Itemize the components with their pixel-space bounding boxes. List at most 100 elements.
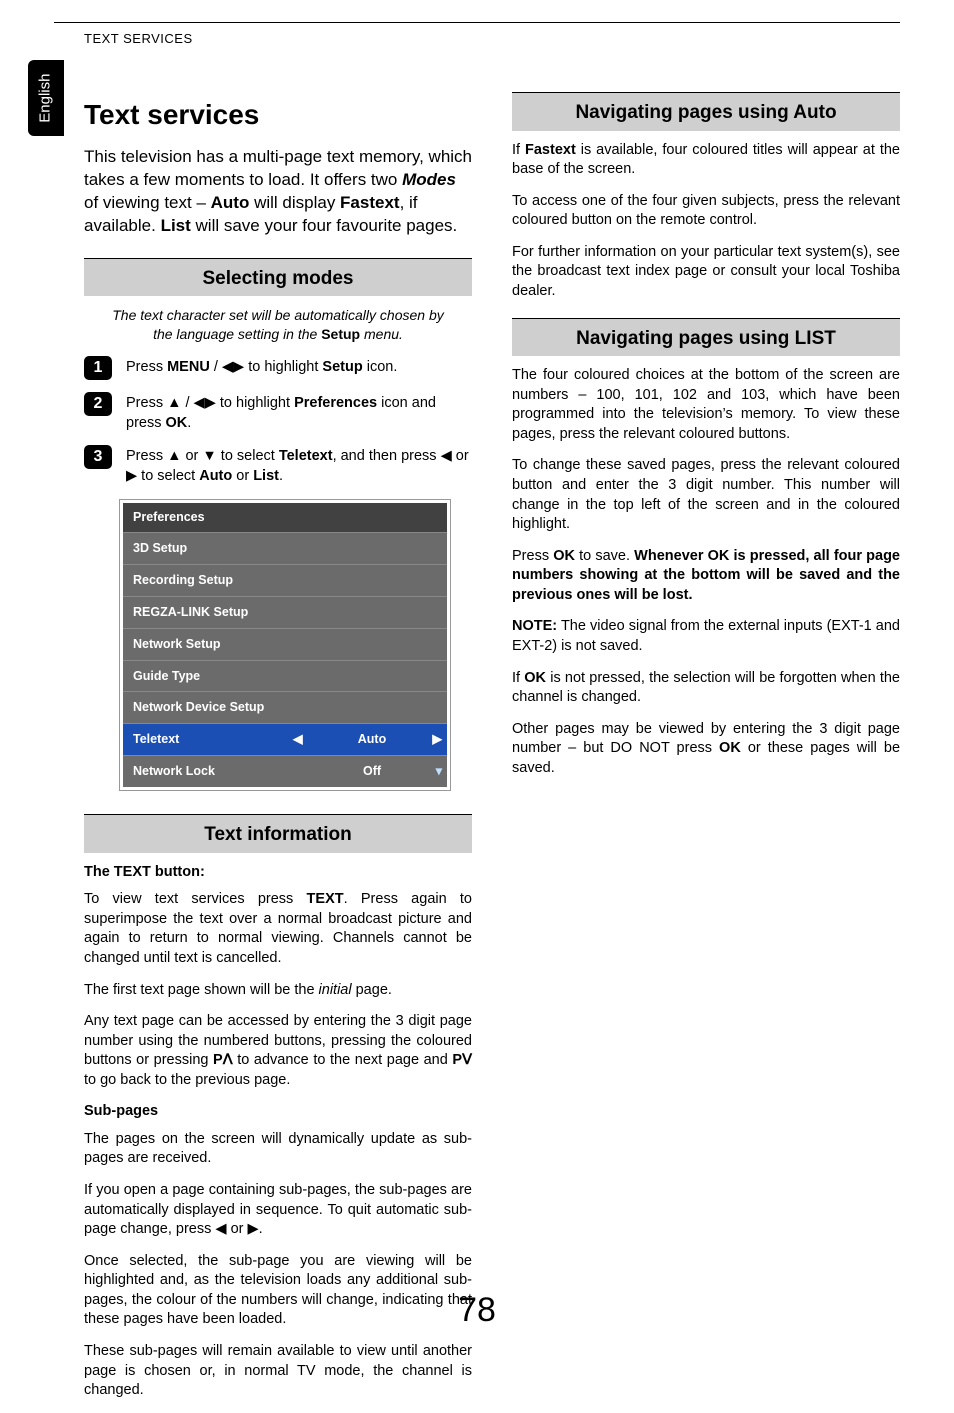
intro-text: of viewing text – — [84, 193, 211, 212]
right-column: Navigating pages using Auto If Fastext i… — [512, 92, 900, 1413]
t: If — [512, 142, 525, 158]
page-down-icon: ᐯ — [462, 1052, 472, 1068]
step-1-text: Press MENU / ◀▶ to highlight Setup icon. — [126, 358, 472, 380]
page-number: 78 — [0, 1288, 954, 1334]
sub-pages-heading: Sub-pages — [84, 1102, 472, 1122]
right-icon: ▶ — [432, 731, 442, 748]
right-icon: ▶ — [126, 468, 137, 484]
menu-row-label: 3D Setup — [133, 540, 437, 557]
down-icon: ▼ — [202, 448, 216, 464]
left-icon: ◀ — [293, 731, 303, 748]
step-number-badge: 1 — [84, 356, 112, 380]
menu-row-label: REGZA-LINK Setup — [133, 604, 437, 621]
header-rule — [54, 22, 900, 23]
menu-row-label: Network Setup — [133, 636, 437, 653]
note-label: NOTE: — [512, 618, 557, 634]
nav-list-p6: Other pages may be viewed by entering th… — [512, 720, 900, 779]
intro-text: will save your four favourite pages. — [191, 216, 457, 235]
t: or — [232, 468, 253, 484]
t: The video signal from the external input… — [512, 618, 900, 654]
note-setup: Setup — [321, 326, 360, 342]
menu-row: Network Device Setup — [123, 691, 447, 723]
intro-modes: Modes — [402, 170, 456, 189]
t: Press — [126, 395, 167, 411]
t: to select — [217, 448, 279, 464]
ok-key: OK — [524, 670, 546, 686]
step-2-text: Press ▲ / ◀▶ to highlight Preferences ic… — [126, 394, 472, 433]
ok-key: OK — [166, 415, 188, 431]
menu-row-value: Off ▾ — [307, 763, 437, 780]
step-3: 3 Press ▲ or ▼ to select Teletext, and t… — [120, 447, 472, 486]
subpages-p2: If you open a page containing sub-pages,… — [84, 1181, 472, 1240]
nav-list-p5: If OK is not pressed, the selection will… — [512, 669, 900, 708]
t: / — [181, 395, 193, 411]
left-icon: ◀ — [215, 1221, 226, 1237]
left-icon: ◀ — [441, 448, 452, 464]
t: Press — [126, 448, 167, 464]
list-label: List — [253, 468, 279, 484]
menu-row-value: ◀ Auto ▶ — [307, 731, 437, 748]
initial-word: initial — [319, 982, 352, 998]
preferences-menu-screenshot: Preferences 3D Setup Recording Setup REG… — [120, 500, 450, 790]
t: to select — [137, 468, 199, 484]
menu-row-label: Recording Setup — [133, 572, 437, 589]
t: . — [187, 415, 191, 431]
t: icon. — [363, 359, 398, 375]
nav-list-p3: Press OK to save. Whenever OK is pressed… — [512, 547, 900, 606]
ok-key: OK — [553, 548, 575, 564]
t: to save. — [575, 548, 634, 564]
menu-row: Network Lock Off ▾ — [123, 755, 447, 787]
menu-row-selected: Teletext ◀ Auto ▶ — [123, 723, 447, 755]
menu-row: REGZA-LINK Setup — [123, 596, 447, 628]
text-key: TEXT — [307, 891, 344, 907]
intro-text: will display — [249, 193, 340, 212]
t: to highlight — [244, 359, 322, 375]
t: to go back to the previous page. — [84, 1072, 290, 1088]
text-info-p2: The first text page shown will be the in… — [84, 981, 472, 1001]
menu-title: Preferences — [123, 503, 447, 532]
t: to highlight — [216, 395, 294, 411]
right-icon: ▶ — [248, 1221, 259, 1237]
step-number-badge: 3 — [84, 445, 112, 469]
running-head: TEXT SERVICES — [84, 30, 193, 48]
menu-value-text: Off — [363, 764, 381, 778]
t: or — [227, 1221, 248, 1237]
t: , and then press — [333, 448, 441, 464]
setup-label: Setup — [322, 359, 362, 375]
t: . — [259, 1221, 263, 1237]
t: . — [279, 468, 283, 484]
t: Press — [512, 548, 553, 564]
p-key: P — [213, 1052, 223, 1068]
nav-auto-p1: If Fastext is available, four coloured t… — [512, 141, 900, 180]
text-info-p1: To view text services press TEXT. Press … — [84, 890, 472, 968]
nav-auto-p3: For further information on your particul… — [512, 243, 900, 302]
intro-fastext: Fastext — [340, 193, 400, 212]
t: If you open a page containing sub-pages,… — [84, 1182, 472, 1237]
language-tab-label: English — [36, 73, 56, 122]
menu-value-text: Auto — [358, 732, 386, 746]
section-selecting-modes: Selecting modes — [84, 258, 472, 297]
nav-list-p4: NOTE: The video signal from the external… — [512, 617, 900, 656]
left-icon: ◀ — [194, 395, 205, 411]
menu-row: Guide Type — [123, 660, 447, 692]
nav-list-p1: The four coloured choices at the bottom … — [512, 366, 900, 444]
menu-row: Network Setup — [123, 628, 447, 660]
left-icon: ◀ — [222, 359, 233, 375]
t: The first text page shown will be the — [84, 982, 319, 998]
page-title: Text services — [84, 96, 472, 134]
p-key: P — [452, 1052, 462, 1068]
t: to advance to the next page and — [233, 1052, 453, 1068]
up-icon: ▲ — [167, 395, 181, 411]
t: Press — [126, 359, 167, 375]
text-button-heading: The TEXT button: — [84, 863, 472, 883]
selecting-modes-note: The text character set will be automatic… — [108, 306, 448, 344]
t: is not pressed, the selection will be fo… — [512, 670, 900, 706]
section-nav-list: Navigating pages using LIST — [512, 318, 900, 357]
right-icon: ▶ — [205, 395, 216, 411]
t: or — [181, 448, 202, 464]
step-3-text: Press ▲ or ▼ to select Teletext, and the… — [126, 447, 472, 486]
intro-list: List — [161, 216, 191, 235]
right-icon: ▶ — [233, 359, 244, 375]
t: page. — [352, 982, 392, 998]
menu-row-label: Guide Type — [133, 668, 437, 685]
